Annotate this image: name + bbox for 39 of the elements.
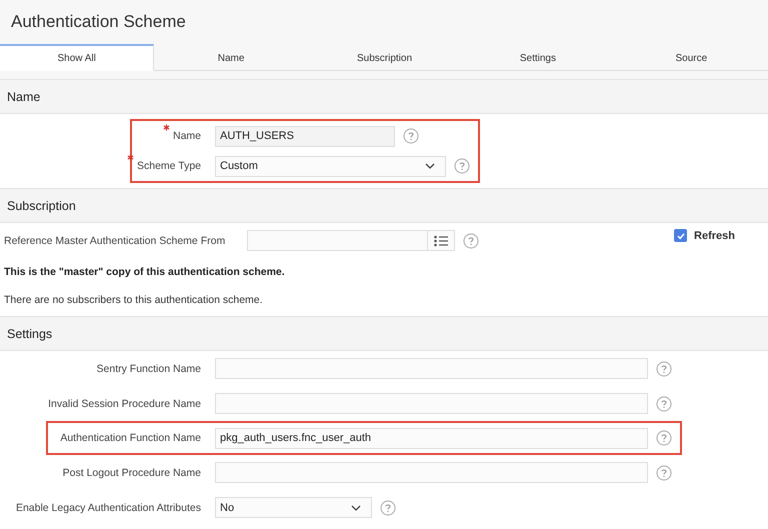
info-text: This is the "master" copy of this authentication scheme. (3, 266, 285, 278)
checkbox[interactable] (674, 229, 688, 242)
tab[interactable]: Show All (0, 44, 154, 71)
list-icon (434, 234, 448, 246)
section-title: Name (7, 90, 40, 104)
input-field[interactable] (215, 462, 648, 483)
help-icon[interactable] (380, 500, 396, 516)
field-label: Scheme Type (136, 160, 201, 172)
check-icon (676, 230, 686, 240)
field-label: Sentry Function Name (96, 362, 201, 374)
field-label: Post Logout Procedure Name (62, 466, 201, 478)
input-field[interactable]: AUTH_USERS (215, 126, 395, 146)
field-label: Enable Legacy Authentication Attributes (16, 502, 201, 514)
help-icon[interactable] (403, 128, 419, 144)
field-label: Invalid Session Procedure Name (48, 398, 201, 410)
help-icon[interactable] (656, 464, 672, 480)
required-icon (162, 124, 170, 131)
field-label: Reference Master Authentication Scheme From (3, 234, 226, 246)
help-icon[interactable] (656, 430, 672, 446)
input-field[interactable] (215, 358, 648, 379)
help-icon[interactable] (463, 232, 479, 248)
input-field[interactable]: pkg_auth_users.fnc_user_auth (215, 428, 648, 448)
field-label: Authentication Function Name (60, 432, 201, 444)
help-icon[interactable] (454, 158, 470, 174)
input-field[interactable] (215, 393, 648, 414)
section-title: Subscription (7, 198, 76, 212)
section-title: Settings (7, 326, 52, 340)
lookup-field[interactable] (247, 230, 455, 251)
select-field[interactable]: No (215, 497, 372, 518)
refresh-checkbox[interactable]: Refresh (674, 229, 735, 242)
help-icon[interactable] (656, 360, 672, 376)
page-title: Authentication Scheme (11, 12, 186, 32)
chevron-icon (425, 163, 435, 169)
chevron-icon (351, 504, 361, 510)
info-text: There are no subscribers to this authentication scheme. (3, 294, 263, 306)
required-icon (126, 154, 134, 161)
select-field[interactable]: Custom (215, 156, 446, 176)
help-icon[interactable] (656, 396, 672, 412)
field-label: Name (172, 130, 201, 142)
